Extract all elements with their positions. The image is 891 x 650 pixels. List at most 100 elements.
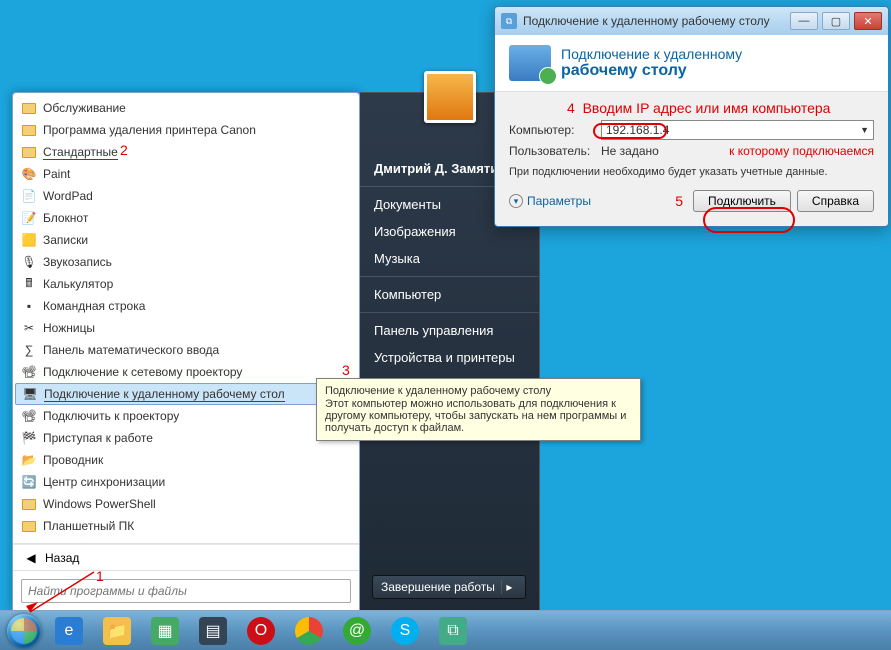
app-icon: ▦	[151, 617, 179, 645]
start-menu-item-label: Калькулятор	[43, 277, 113, 291]
taskbar-skype[interactable]: S	[382, 613, 428, 649]
tooltip-title: Подключение к удаленному рабочему столу	[325, 385, 632, 397]
start-menu-item[interactable]: Программа удаления принтера Canon	[15, 119, 357, 141]
start-menu-item[interactable]: 🖩Калькулятор	[15, 273, 357, 295]
start-menu-back-button[interactable]: ◀ Назад	[13, 544, 359, 570]
sync-icon: 🔄	[21, 474, 37, 490]
chrome-icon	[295, 617, 323, 645]
back-label: Назад	[45, 551, 79, 565]
start-menu-item[interactable]: ✂Ножницы	[15, 317, 357, 339]
computer-combobox[interactable]: 192.168.1.4 ▼	[601, 120, 874, 140]
user-label: Пользователь:	[509, 144, 595, 158]
start-icon: 🏁	[21, 430, 37, 446]
start-menu-item[interactable]: 🔄Центр синхронизации	[15, 471, 357, 493]
start-menu-item[interactable]: ∑ Панель математического ввода	[15, 339, 357, 361]
start-menu-item[interactable]: 📽Подключить к проектору	[15, 405, 357, 427]
start-menu-search-input[interactable]	[21, 579, 351, 603]
start-menu-item-label: Проводник	[43, 453, 103, 467]
start-menu-item[interactable]: 🟨Записки	[15, 229, 357, 251]
taskbar-explorer[interactable]: 📁	[94, 613, 140, 649]
cmd-icon: ▪	[21, 298, 37, 314]
math-icon: ∑	[21, 342, 37, 358]
start-menu-programs-list[interactable]: ОбслуживаниеПрограмма удаления принтера …	[13, 93, 359, 544]
start-menu-item[interactable]: Обслуживание	[15, 97, 357, 119]
shutdown-button[interactable]: Завершение работы ▸	[372, 575, 526, 599]
taskbar-app[interactable]: @	[334, 613, 380, 649]
explorer-icon: 📂	[21, 452, 37, 468]
rdp-header-icon	[509, 45, 551, 81]
connect-button[interactable]: Подключить	[693, 190, 791, 212]
start-menu-item[interactable]: ▪ Командная строка	[15, 295, 357, 317]
taskbar-rdp[interactable]: ⧉	[430, 613, 476, 649]
start-right-item[interactable]: Компьютер	[360, 281, 539, 308]
start-menu-item-label: Блокнот	[43, 211, 88, 225]
user-avatar[interactable]	[424, 71, 476, 123]
start-menu-item[interactable]: 📽Подключение к сетевому проектору	[15, 361, 357, 383]
header-line1: Подключение к удаленному	[561, 46, 874, 62]
chevron-down-icon: ▼	[860, 125, 869, 135]
start-menu-item-label: Стандартные	[43, 145, 118, 160]
start-menu-item[interactable]: 📝 Блокнот	[15, 207, 357, 229]
sticky-icon: 🟨	[21, 232, 37, 248]
annotation-4-number: 4	[567, 100, 575, 116]
user-value: Не задано	[601, 144, 659, 158]
close-icon: ✕	[863, 15, 872, 28]
computer-value: 192.168.1.4	[606, 123, 669, 137]
start-menu-item[interactable]: 🎙Звукозапись	[15, 251, 357, 273]
app-icon: @	[343, 617, 371, 645]
start-menu-item[interactable]: 🎨Paint	[15, 163, 357, 185]
taskbar-app[interactable]: ▤	[190, 613, 236, 649]
folder-icon	[21, 496, 37, 512]
notepad-icon: 📝	[21, 210, 37, 226]
taskbar-chrome[interactable]	[286, 613, 332, 649]
start-menu-item-label: Планшетный ПК	[43, 519, 134, 533]
dialog-header: Подключение к удаленному рабочему столу	[495, 35, 888, 92]
taskbar-app[interactable]: ▦	[142, 613, 188, 649]
start-menu-item-tooltip: Подключение к удаленному рабочему столу …	[316, 378, 641, 441]
annotation-4b-text: к которому подключаемся	[729, 144, 874, 158]
shutdown-options-arrow-icon[interactable]: ▸	[501, 580, 517, 594]
folder-icon	[21, 100, 37, 116]
maximize-button[interactable]: ▢	[822, 12, 850, 30]
start-menu-item[interactable]: 📂 Проводник	[15, 449, 357, 471]
start-menu-item-label: WordPad	[43, 189, 93, 203]
skype-icon: S	[391, 617, 419, 645]
folder-icon	[21, 144, 37, 160]
taskbar-opera[interactable]: O	[238, 613, 284, 649]
tooltip-body: Этот компьютер можно использовать для по…	[325, 398, 632, 434]
start-menu-item-label: Командная строка	[43, 299, 145, 313]
dialog-title-text: Подключение к удаленному рабочему столу	[523, 14, 770, 28]
start-menu-item[interactable]: Стандартные	[15, 141, 357, 163]
start-menu-item[interactable]: Служебные	[15, 537, 357, 544]
start-menu-item[interactable]: Windows PowerShell	[15, 493, 357, 515]
start-menu-item[interactable]: 🏁Приступая к работе	[15, 427, 357, 449]
rdp-icon: ⧉	[439, 617, 467, 645]
rdp-icon: 🖥	[22, 386, 38, 402]
start-right-item[interactable]: Устройства и принтеры	[360, 344, 539, 371]
start-menu-item[interactable]: Планшетный ПК	[15, 515, 357, 537]
start-menu: ОбслуживаниеПрограмма удаления принтера …	[12, 92, 360, 612]
start-menu-item[interactable]: 📄WordPad	[15, 185, 357, 207]
sound-icon: 🎙	[21, 254, 37, 270]
maximize-icon: ▢	[831, 15, 841, 28]
remote-desktop-dialog: ⧉ Подключение к удаленному рабочему стол…	[494, 6, 889, 227]
dialog-titlebar[interactable]: ⧉ Подключение к удаленному рабочему стол…	[495, 7, 888, 35]
start-menu-item[interactable]: 🖥Подключение к удаленному рабочему стол	[15, 383, 357, 405]
folder-icon	[21, 518, 37, 534]
close-button[interactable]: ✕	[854, 12, 882, 30]
start-menu-item-label: Панель математического ввода	[43, 343, 219, 357]
options-toggle[interactable]: ▾ Параметры	[509, 194, 591, 208]
shutdown-label: Завершение работы	[381, 580, 495, 594]
back-arrow-icon: ◀	[23, 550, 39, 566]
start-right-item[interactable]: Панель управления	[360, 317, 539, 344]
snip-icon: ✂	[21, 320, 37, 336]
chevron-down-icon: ▾	[509, 194, 523, 208]
taskbar-ie[interactable]: e	[46, 613, 92, 649]
minimize-icon: —	[799, 15, 810, 27]
dialog-body: 4 Вводим IP адрес или имя компьютера Ком…	[495, 92, 888, 226]
minimize-button[interactable]: —	[790, 12, 818, 30]
help-button[interactable]: Справка	[797, 190, 874, 212]
start-right-item[interactable]: Музыка	[360, 245, 539, 272]
netproj-icon: 📽	[21, 364, 37, 380]
start-button[interactable]	[4, 613, 44, 649]
